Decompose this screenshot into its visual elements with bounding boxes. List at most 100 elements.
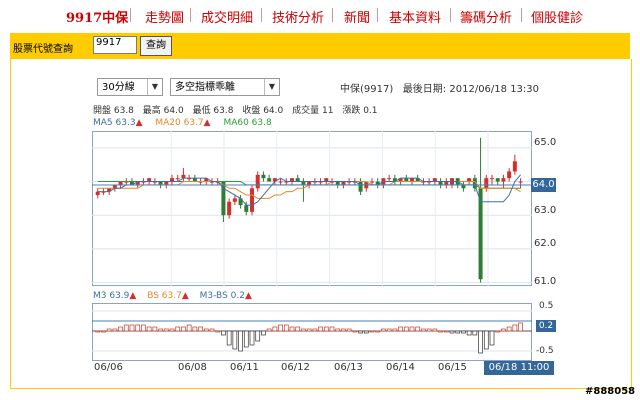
indicator-bar <box>323 326 329 332</box>
nav-divider <box>190 8 191 22</box>
indicator-bar <box>101 330 106 333</box>
indicator-bar <box>295 326 301 332</box>
price-change: 漲跌 0.1 <box>342 106 378 116</box>
indicator-bar <box>135 324 141 332</box>
indicator-bar <box>261 330 266 336</box>
indicator-bar <box>392 328 398 332</box>
x-tick-label: 06/14 <box>386 362 415 373</box>
x-tick-label: 06/15 <box>438 362 467 373</box>
stock-name-code: 中保(9917) <box>340 84 394 95</box>
m3-legend: M3 63.9▲ <box>93 291 137 301</box>
candle-body <box>495 178 500 182</box>
nav-item-technical[interactable]: 技術分析 <box>272 7 324 26</box>
candle-body <box>444 181 449 185</box>
candle-body <box>307 181 312 185</box>
nav-stock-title[interactable]: 9917中保 <box>66 7 128 26</box>
candle-body <box>370 181 374 183</box>
ma5-legend: MA5 63.3▲ <box>93 118 143 128</box>
x-tick-label: 06/06 <box>94 362 123 373</box>
chart-frame <box>92 131 532 286</box>
top-nav: 9917中保 走勢圖 成交明細 技術分析 新聞 基本資料 籌碼分析 個股健診 <box>0 0 640 34</box>
indicator-bar <box>163 328 169 332</box>
indicator-bar <box>209 328 215 332</box>
nav-divider <box>450 8 451 22</box>
indicator-bar <box>518 322 523 332</box>
x-tick-label: 06/11 <box>230 362 259 373</box>
candle-body <box>404 178 409 182</box>
candle-body <box>250 188 254 212</box>
indicator-bar <box>226 330 232 346</box>
candle-body <box>410 178 414 182</box>
x-tick-label: 06/12 <box>281 362 310 373</box>
indicator-bar <box>255 330 261 342</box>
indicator-bar <box>129 324 135 332</box>
indicator-bar <box>415 326 421 332</box>
indicator-bar <box>358 330 363 334</box>
candle-body <box>438 181 443 185</box>
nav-item-chips[interactable]: 籌碼分析 <box>460 7 512 26</box>
period-select[interactable]: 30分線 ▼ <box>97 78 163 96</box>
indicator-bar <box>95 330 101 333</box>
indicator-bar <box>249 330 255 346</box>
quote-row: 開盤 63.8 最高 64.0 最低 63.8 收盤 64.0 成交量 11 漲… <box>93 103 384 116</box>
indicator-bar <box>501 328 506 332</box>
indicator-bar <box>141 324 146 332</box>
indicator-select[interactable]: 多空指標乖離 ▼ <box>170 78 280 96</box>
candle-body <box>484 178 489 189</box>
nav-item-fundamentals[interactable]: 基本資料 <box>389 7 441 26</box>
indicator-bar <box>483 330 489 350</box>
indicator-bar <box>381 328 386 332</box>
indicator-bar <box>272 326 278 332</box>
last-date-label: 最後日期: <box>402 84 447 95</box>
indicator-bar <box>283 324 289 332</box>
y-tick-label: 63.0 <box>534 205 557 216</box>
indicator-bar <box>369 330 375 333</box>
up-arrow-icon: ▲ <box>135 118 143 128</box>
indicator-bar <box>352 330 358 333</box>
indicator-bar <box>461 330 466 334</box>
ma-legend: MA5 63.3▲ MA20 63.7▲ MA60 63.8 <box>93 118 282 128</box>
y-tick-label: 65.0 <box>534 137 557 148</box>
low-price: 最低 63.8 <box>192 106 234 116</box>
price-chart[interactable] <box>92 131 532 286</box>
candle-body <box>501 178 506 182</box>
nav-divider <box>521 8 522 22</box>
nav-item-diagnosis[interactable]: 個股健診 <box>531 7 583 26</box>
indicator-bar <box>175 326 181 332</box>
sub-y-tick-label: 0.5 <box>539 301 554 311</box>
indicator-bar <box>472 330 478 336</box>
stock-code-input[interactable]: 9917 <box>93 36 137 54</box>
indicator-bar <box>289 326 295 332</box>
m3bs-legend: M3-BS 0.2▲ <box>199 291 252 301</box>
indicator-select-value: 多空指標乖離 <box>175 82 235 93</box>
close-price: 收盤 64.0 <box>242 106 284 116</box>
indicator-bar <box>506 326 512 332</box>
candle-body <box>358 181 363 192</box>
indicator-bar <box>278 324 283 332</box>
candle-body <box>158 181 163 185</box>
candle-body <box>490 178 494 180</box>
sub-y-tick-label: -0.5 <box>536 346 554 356</box>
candle-body <box>261 174 266 179</box>
indicator-bar <box>158 328 163 332</box>
indicator-chart[interactable] <box>92 303 532 361</box>
query-button[interactable]: 查詢 <box>140 36 172 56</box>
indicator-bar <box>341 328 346 332</box>
indicator-bar <box>455 330 461 334</box>
nav-item-trades[interactable]: 成交明細 <box>201 7 253 26</box>
candle-body <box>147 178 152 182</box>
candle-body <box>512 161 517 172</box>
current-price-tag: 64.0 <box>531 178 556 192</box>
candle-body <box>324 178 329 182</box>
chevron-down-icon: ▼ <box>147 79 162 95</box>
stock-info: 中保(9917) 最後日期: 2012/06/18 13:30 <box>340 80 539 95</box>
nav-item-news[interactable]: 新聞 <box>344 7 370 26</box>
nav-item-trend[interactable]: 走勢圖 <box>145 7 184 26</box>
indicator-bar <box>318 326 323 332</box>
indicator-bar <box>238 330 243 352</box>
indicator-bar <box>266 328 272 332</box>
indicator-bar <box>409 326 415 332</box>
indicator-bar <box>301 328 306 332</box>
nav-divider <box>130 8 131 22</box>
indicator-bar <box>243 330 249 348</box>
